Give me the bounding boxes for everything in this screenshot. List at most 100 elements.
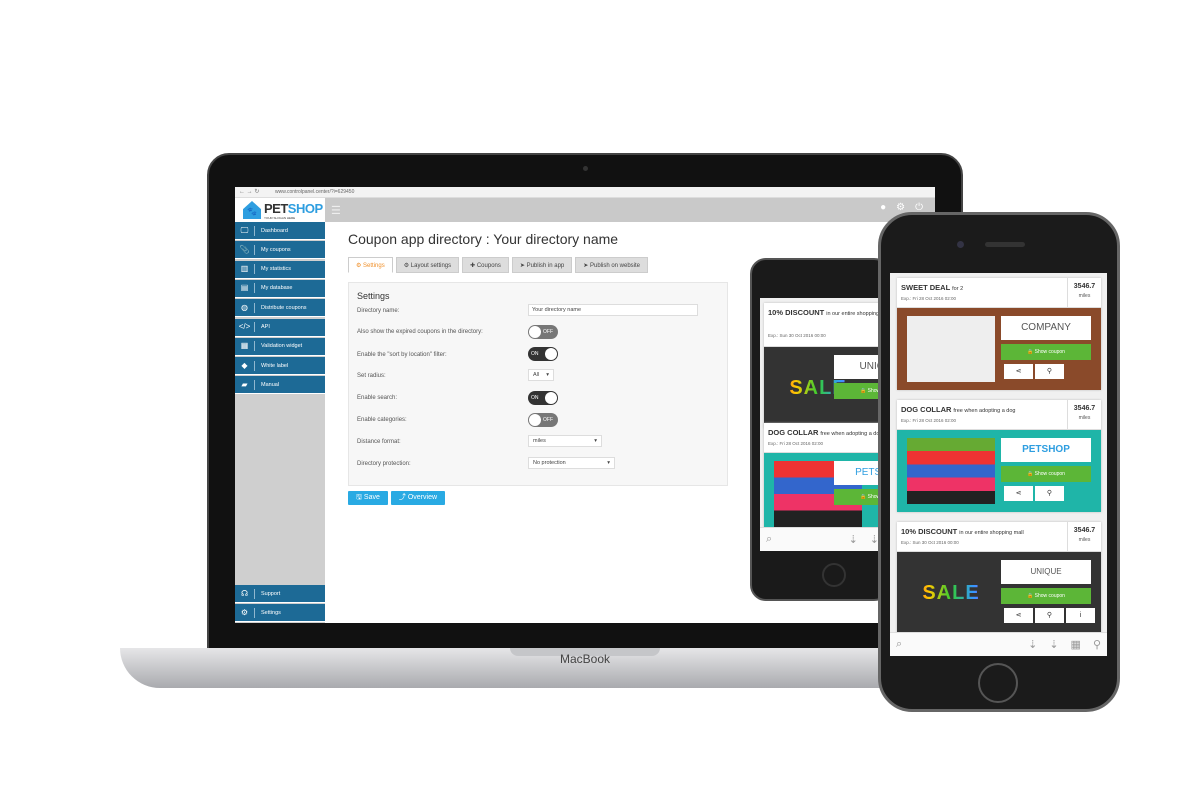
categories-toggle[interactable]: OFF <box>528 413 558 427</box>
label-distance: Distance format: <box>357 439 401 445</box>
brand-logo: PETSHOP <box>1001 438 1091 462</box>
sort-za-icon[interactable]: ⇣ <box>1049 638 1058 651</box>
save-button[interactable]: 🖫 Save <box>348 491 388 505</box>
search-icon[interactable]: ⌕ <box>896 638 902 651</box>
logo[interactable]: 🐾 PETSHOP YOUR SLOGAN HERE <box>235 198 325 222</box>
url-text[interactable]: www.controlpanel.center/?i=629450 <box>275 189 354 195</box>
share-icon[interactable]: ⋖ <box>1004 608 1033 623</box>
sidebar-item-label: My statistics <box>261 266 291 273</box>
coupon-card[interactable]: DOG COLLAR free when adopting a dog Exp.:… <box>897 400 1101 512</box>
coupon-card[interactable]: 10% DISCOUNT in our entire shopping mall… <box>897 522 1101 634</box>
tab-publish-app[interactable]: ➤ Publish in app <box>511 257 573 273</box>
food-image <box>907 316 995 382</box>
protection-select[interactable]: No protection ▾ <box>528 457 615 469</box>
distance-select[interactable]: miles ▾ <box>528 435 602 447</box>
phone-home-button <box>978 663 1018 703</box>
sidebar-item-validation-widget[interactable]: ▦ Validation widget <box>235 337 325 356</box>
logo-pet: PET <box>264 200 288 216</box>
sidebar-item-label: My database <box>261 285 293 292</box>
map-pin-icon[interactable]: ⚲ <box>1093 638 1101 651</box>
tab-coupons[interactable]: ✚ Coupons <box>462 257 509 273</box>
tablet-screen: 10% DISCOUNT in our entire shopping mall… <box>760 298 885 551</box>
tablet-home-button <box>822 563 846 587</box>
collar-image <box>907 438 995 504</box>
notification-icon[interactable]: ● <box>880 202 886 213</box>
gear-icon: ⚙ <box>235 607 255 618</box>
show-coupon-button[interactable]: 🔒 Show coupon <box>1001 466 1091 482</box>
sidebar-item-label: Distribute coupons <box>261 304 307 311</box>
distance: 3546.7 miles <box>1067 400 1101 430</box>
sidebar-item-label: Dashboard <box>261 227 288 234</box>
share-icon[interactable]: ⋖ <box>1004 486 1033 501</box>
sidebar-item-label: My coupons <box>261 246 291 253</box>
settings-panel: Settings Directory name: Your directory … <box>348 282 728 486</box>
sidebar-item-label: Manual <box>261 381 280 388</box>
show-coupon-button[interactable]: 🔒 Show coupon <box>1001 344 1091 360</box>
phone-camera <box>957 241 964 248</box>
calendar-icon[interactable]: ▦ <box>1071 638 1081 651</box>
label-radius: Set radius: <box>357 373 386 379</box>
coupon-card[interactable]: DOG COLLAR free when adopting a dog Exp.:… <box>764 423 885 535</box>
map-pin-icon[interactable]: ⚲ <box>1035 364 1064 379</box>
logo-slogan: YOUR SLOGAN HERE <box>264 215 296 220</box>
sidebar-item-api[interactable]: </> API <box>235 318 325 337</box>
sidebar-item-my-statistics[interactable]: ▥ My statistics <box>235 260 325 279</box>
code-icon: </> <box>235 322 255 332</box>
expired-toggle[interactable]: OFF <box>528 325 558 339</box>
search-toggle[interactable]: ON <box>528 391 558 405</box>
tab-settings[interactable]: ⚙ Settings <box>348 257 393 273</box>
sort-az-icon[interactable]: ⇣ <box>849 533 858 546</box>
share-icon[interactable]: ⋖ <box>1004 364 1033 379</box>
coupon-card[interactable]: 10% DISCOUNT in our entire shopping mall… <box>764 303 885 429</box>
nav-buttons-icon[interactable]: ← → ↻ <box>239 187 259 198</box>
overview-button[interactable]: ⤴ Overview <box>390 491 446 505</box>
address-bar[interactable]: ← → ↻ www.controlpanel.center/?i=629450 <box>235 187 935 198</box>
map-pin-icon[interactable]: ⚲ <box>1035 486 1064 501</box>
sidebar-item-settings[interactable]: ⚙ Settings <box>235 604 325 622</box>
barcode-icon: ▦ <box>235 341 255 352</box>
brand-logo: COMPANY <box>1001 316 1091 340</box>
label-search: Enable search: <box>357 395 398 401</box>
label-expired: Also show the expired coupons in the dir… <box>357 329 483 335</box>
distance: 3546.7 miles <box>1067 278 1101 308</box>
distance: 3546.7 miles <box>1067 522 1101 552</box>
sidebar-item-dashboard[interactable]: 🖵 Dashboard <box>235 222 325 240</box>
sort-az-icon[interactable]: ⇣ <box>1028 638 1037 651</box>
panel-heading: Settings <box>357 291 390 301</box>
sidebar-item-distribute-coupons[interactable]: ◍ Distribute coupons <box>235 299 325 318</box>
globe-icon: ◍ <box>235 302 255 313</box>
radius-select[interactable]: All ▾ <box>528 369 554 381</box>
laptop-brand: MacBook <box>559 652 611 666</box>
gear-icon[interactable]: ⚙ <box>896 202 905 213</box>
paw-house-icon: 🐾 <box>243 201 261 219</box>
sidebar-item-support[interactable]: ☊ Support <box>235 585 325 603</box>
sidebar-item-manual[interactable]: ▰ Manual <box>235 376 325 395</box>
tab-layout-settings[interactable]: ⚙ Layout settings <box>395 257 460 273</box>
menu-icon[interactable]: ☰ <box>331 204 341 217</box>
sidebar-item-white-label[interactable]: ◆ White label <box>235 357 325 376</box>
tab-publish-website[interactable]: ➤ Publish on website <box>575 257 649 273</box>
sidebar-item-my-coupons[interactable]: 📎 My coupons <box>235 241 325 260</box>
brand-logo: UNIQUE <box>1001 560 1091 584</box>
sort-location-toggle[interactable]: ON <box>528 347 558 361</box>
coupon-card[interactable]: SWEET DEAL for 2 Exp.: Fri 28 Oct 2016 02… <box>897 278 1101 390</box>
sidebar-item-label: White label <box>261 362 289 369</box>
monitor-icon: 🖵 <box>235 225 255 236</box>
tag-icon: ◆ <box>235 360 255 371</box>
label-categories: Enable categories: <box>357 417 407 423</box>
tablet-toolbar: ⌕ ⇣ ⇣ <box>760 527 885 551</box>
sidebar-item-my-database[interactable]: ▤ My database <box>235 279 325 298</box>
page-title: Coupon app directory : Your directory na… <box>348 231 619 247</box>
bar-chart-icon: ▥ <box>235 264 255 275</box>
headset-icon: ☊ <box>235 588 255 599</box>
show-coupon-button[interactable]: 🔒 Show coupon <box>1001 588 1091 604</box>
directory-name-input[interactable]: Your directory name <box>528 304 698 316</box>
search-icon[interactable]: ⌕ <box>766 533 772 546</box>
sidebar-item-label: Settings <box>261 609 281 616</box>
phone-screen: SWEET DEAL for 2 Exp.: Fri 28 Oct 2016 02… <box>890 273 1107 656</box>
info-icon[interactable]: i <box>1066 608 1095 623</box>
camera <box>583 166 588 171</box>
map-pin-icon[interactable]: ⚲ <box>1035 608 1064 623</box>
label-sort-location: Enable the "sort by location" filter: <box>357 352 447 358</box>
sale-image: SALE <box>907 560 995 626</box>
